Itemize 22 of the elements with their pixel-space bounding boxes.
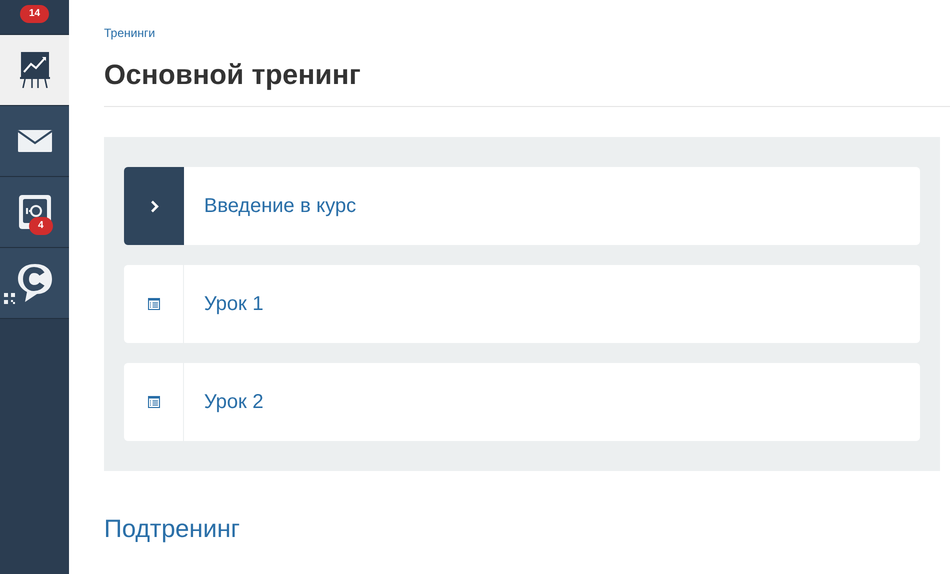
lesson-card[interactable]: Урок 1 xyxy=(124,265,920,343)
list-document-icon xyxy=(148,298,160,310)
notification-badge: 4 xyxy=(29,217,53,235)
lesson-card[interactable]: Введение в курс xyxy=(124,167,920,245)
subtraining-heading: Подтренинг xyxy=(104,514,241,545)
envelope-icon xyxy=(18,130,52,152)
page-title: Основной тренинг xyxy=(104,58,950,107)
lesson-card[interactable]: Урок 2 xyxy=(124,363,920,441)
sidebar-item[interactable]: 4 xyxy=(0,177,69,248)
sidebar-item[interactable] xyxy=(0,35,69,106)
lesson-title: Урок 2 xyxy=(204,390,264,415)
easel-chart-icon xyxy=(20,52,50,88)
lesson-title: Введение в курс xyxy=(204,194,356,219)
breadcrumb-link[interactable]: Тренинги xyxy=(104,26,950,40)
notification-badge: 14 xyxy=(20,5,50,23)
qr-code-icon xyxy=(4,293,15,304)
lesson-title: Урок 1 xyxy=(204,292,264,317)
sidebar-item[interactable] xyxy=(0,106,69,177)
chat-bubble-icon xyxy=(16,263,52,303)
sidebar-item[interactable] xyxy=(0,248,69,319)
chevron-right-icon xyxy=(150,200,158,212)
list-document-icon xyxy=(148,396,160,408)
